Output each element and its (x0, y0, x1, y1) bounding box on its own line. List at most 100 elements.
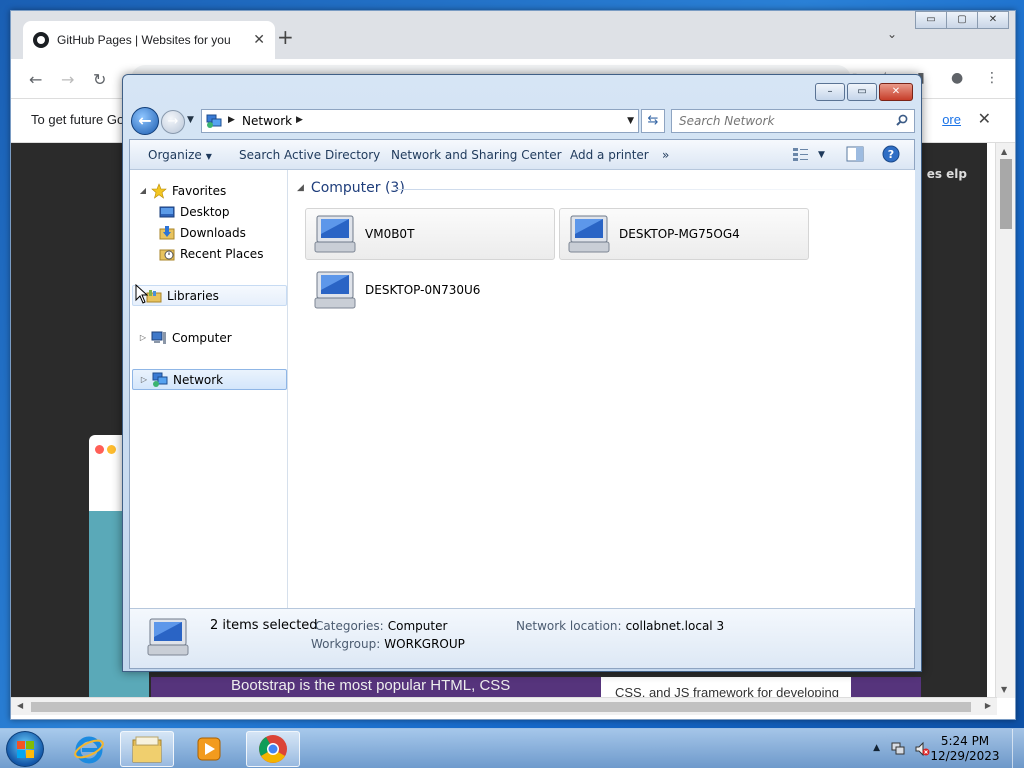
browser-tab[interactable]: GitHub Pages | Websites for you ✕ (23, 21, 275, 59)
nav-libraries[interactable]: Libraries (132, 285, 287, 306)
show-desktop-button[interactable] (1012, 729, 1024, 768)
explorer-window: – ▭ ✕ ← → ▼ ▶ Network ▶ ▼ ⇆ Search Netwo… (122, 74, 922, 672)
expand-icon[interactable]: ▷ (139, 375, 149, 384)
network-computer-icon (314, 271, 356, 309)
view-options-icon[interactable] (792, 146, 810, 162)
network-tray-icon[interactable] (890, 741, 906, 757)
chrome-window-controls: ▭ ▢ ✕ (915, 11, 1009, 29)
preview-pane-icon[interactable] (846, 146, 864, 162)
expand-icon[interactable]: ▷ (138, 333, 148, 342)
address-dropdown-icon[interactable]: ▼ (627, 116, 634, 126)
chrome-menu-icon[interactable]: ⋮ (985, 70, 999, 86)
view-dropdown-icon[interactable]: ▼ (818, 150, 825, 160)
nav-network[interactable]: ▷ Network (132, 369, 287, 390)
taskbar: ▲ 5:24 PM 12/29/2023 (0, 728, 1024, 768)
search-input[interactable] (672, 110, 882, 132)
nav-downloads[interactable]: Downloads (159, 222, 246, 243)
reload-icon[interactable]: ↻ (93, 70, 106, 89)
selection-count: 2 items selected (210, 618, 318, 633)
chrome-tab-strip: GitHub Pages | Websites for you ✕ + ⌄ ▭ … (11, 11, 1015, 59)
network-computer-icon (314, 215, 356, 253)
nav-favorites[interactable]: ◢ Favorites (138, 180, 226, 201)
minimize-button[interactable]: – (815, 83, 845, 101)
collapse-icon[interactable]: ◢ (138, 186, 148, 195)
computer-icon (151, 331, 166, 344)
search-box[interactable] (671, 109, 915, 133)
page-horizontal-scrollbar[interactable]: ◀ ▶ (11, 697, 997, 715)
nav-computer[interactable]: ▷ Computer (138, 327, 232, 348)
explorer-body: Organize ▼ Search Active Directory Networ… (129, 139, 915, 669)
breadcrumb-network[interactable]: Network (242, 114, 292, 128)
page-card-text: CSS, and JS framework for developing (601, 677, 851, 699)
page-help-text: es elp (926, 167, 967, 181)
details-pane: 2 items selected Categories: Computer Wor… (130, 608, 914, 668)
chrome-minimize-button[interactable]: ▭ (915, 11, 947, 29)
show-hidden-icons-icon[interactable]: ▲ (873, 743, 880, 753)
new-tab-button[interactable]: + (277, 25, 294, 49)
explorer-window-controls: – ▭ ✕ (813, 83, 913, 101)
network-icon (206, 114, 222, 128)
nav-recent-places[interactable]: Recent Places (159, 243, 263, 264)
infobar-message: To get future Go (31, 112, 125, 127)
downloads-folder-icon (159, 225, 175, 239)
desktop-icon (159, 206, 175, 217)
search-icon[interactable] (896, 114, 908, 126)
chrome-close-button[interactable]: ✕ (977, 11, 1009, 29)
selected-computers-icon (147, 618, 189, 656)
taskbar-internet-explorer[interactable] (62, 731, 116, 767)
network-computer-tile[interactable]: VM0B0T (305, 208, 555, 260)
infobar-link[interactable]: ore (942, 112, 961, 127)
page-vertical-scrollbar[interactable]: ▲ ▼ (995, 143, 1015, 698)
refresh-button[interactable]: ⇆ (641, 109, 665, 133)
address-bar[interactable]: ▶ Network ▶ ▼ (201, 109, 639, 133)
taskbar-windows-explorer[interactable] (120, 731, 174, 767)
clock-time: 5:24 PM (940, 734, 990, 748)
detail-workgroup: Workgroup: WORKGROUP (311, 637, 465, 651)
taskbar-chrome[interactable] (246, 731, 300, 767)
more-commands-button[interactable]: » (662, 148, 669, 162)
breadcrumb-separator-icon[interactable]: ▶ (296, 115, 303, 125)
tab-close-icon[interactable]: ✕ (253, 32, 265, 48)
tab-search-icon[interactable]: ⌄ (887, 27, 897, 41)
help-icon[interactable]: ? (882, 145, 900, 163)
back-button[interactable]: ← (131, 107, 159, 135)
recent-places-icon (159, 249, 175, 260)
github-icon (33, 32, 49, 48)
clock-date: 12/29/2023 (930, 749, 1000, 763)
detail-network-location: Network location: collabnet.local 3 (516, 619, 725, 633)
recent-pages-dropdown-icon[interactable]: ▼ (187, 115, 194, 125)
network-computer-tile[interactable]: DESKTOP-0N730U6 (305, 264, 555, 316)
forward-arrow-icon[interactable]: → (61, 70, 74, 89)
svg-text:?: ? (888, 148, 894, 161)
address-area: ← → ▼ ▶ Network ▶ ▼ ⇆ (131, 107, 915, 135)
command-bar: Organize ▼ Search Active Directory Networ… (130, 140, 914, 170)
add-printer-button[interactable]: Add a printer (570, 148, 649, 162)
forward-button[interactable]: → (161, 110, 185, 134)
network-sharing-center-button[interactable]: Network and Sharing Center (391, 148, 562, 162)
system-clock[interactable]: 5:24 PM 12/29/2023 (920, 734, 1010, 764)
search-active-directory-button[interactable]: Search Active Directory (239, 148, 380, 162)
media-player-icon (197, 737, 221, 761)
content-pane: ◢ Computer (3) VM0B0T DESKTOP-MG75OG4 DE… (289, 170, 915, 608)
maximize-button[interactable]: ▭ (847, 83, 877, 101)
network-computer-icon (568, 215, 610, 253)
group-header-computer[interactable]: ◢ Computer (3) (297, 180, 405, 196)
start-button[interactable] (6, 731, 44, 767)
navigation-pane: ◢ Favorites Desktop Downloads Recent Pla… (130, 170, 288, 608)
chrome-icon (259, 735, 287, 763)
network-computer-tile[interactable]: DESKTOP-MG75OG4 (559, 208, 809, 260)
back-arrow-icon[interactable]: ← (29, 70, 42, 89)
close-button[interactable]: ✕ (879, 83, 913, 101)
internet-explorer-icon (74, 736, 104, 764)
mouse-cursor-icon (135, 284, 149, 304)
chrome-maximize-button[interactable]: ▢ (946, 11, 978, 29)
profile-icon[interactable]: ● (951, 70, 963, 86)
organize-button[interactable]: Organize ▼ (148, 148, 212, 162)
breadcrumb-separator-icon[interactable]: ▶ (228, 115, 235, 125)
taskbar-media-player[interactable] (182, 731, 236, 767)
star-icon (151, 182, 167, 199)
collapse-group-icon[interactable]: ◢ (297, 183, 304, 193)
infobar-close-icon[interactable]: ✕ (978, 109, 991, 129)
system-tray: ▲ 5:24 PM 12/29/2023 (864, 729, 1024, 768)
nav-desktop[interactable]: Desktop (159, 201, 230, 222)
